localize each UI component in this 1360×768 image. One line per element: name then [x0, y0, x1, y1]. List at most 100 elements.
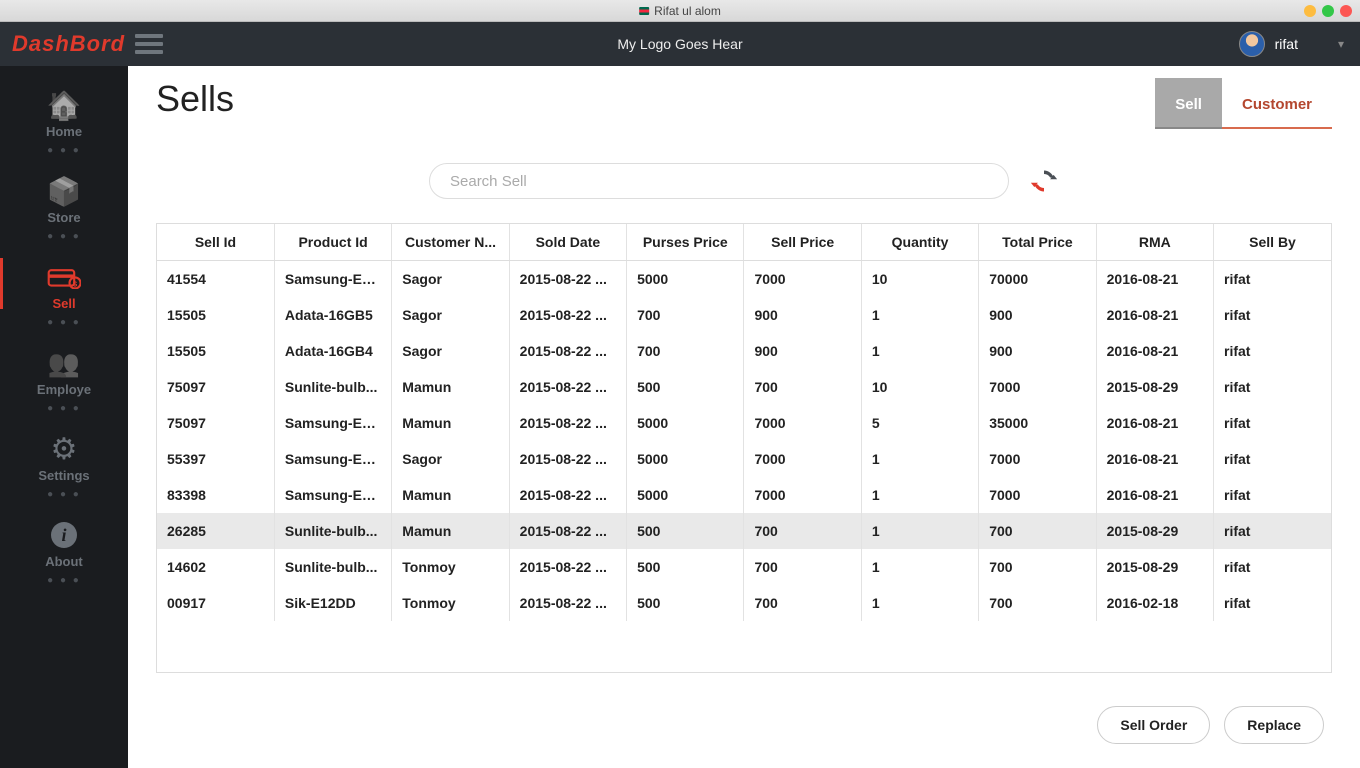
table-cell: Sunlite-bulb... — [274, 369, 391, 405]
table-cell: 2015-08-29 — [1096, 513, 1213, 549]
table-cell: Adata-16GB5 — [274, 297, 391, 333]
table-cell: 7000 — [744, 477, 861, 513]
table-cell: rifat — [1214, 477, 1331, 513]
about-icon: i — [51, 518, 77, 552]
column-header[interactable]: Quantity — [861, 224, 978, 261]
table-cell: 1 — [861, 477, 978, 513]
table-cell: Mamun — [392, 513, 509, 549]
table-cell: rifat — [1214, 405, 1331, 441]
minimize-button[interactable] — [1304, 5, 1316, 17]
table-cell: 10 — [861, 261, 978, 298]
table-row[interactable]: 15505Adata-16GB4Sagor2015-08-22 ...70090… — [157, 333, 1331, 369]
table-cell: 1 — [861, 549, 978, 585]
sidebar-item-label: Home — [46, 124, 82, 139]
table-row[interactable]: 00917Sik-E12DDTonmoy2015-08-22 ...500700… — [157, 585, 1331, 621]
column-header[interactable]: Product Id — [274, 224, 391, 261]
table-cell: 2016-08-21 — [1096, 261, 1213, 298]
table-cell: Sunlite-bulb... — [274, 549, 391, 585]
table-cell: rifat — [1214, 369, 1331, 405]
tab-bar: Sell Customer — [1155, 78, 1332, 129]
user-menu[interactable]: rifat ▾ — [1239, 31, 1344, 57]
maximize-button[interactable] — [1322, 5, 1334, 17]
table-cell: 2015-08-29 — [1096, 369, 1213, 405]
table-cell: 2016-08-21 — [1096, 441, 1213, 477]
sidebar-item-settings[interactable]: Settings — [0, 424, 128, 487]
table-cell: 900 — [744, 297, 861, 333]
table-cell: Mamun — [392, 369, 509, 405]
column-header[interactable]: RMA — [1096, 224, 1213, 261]
tab-customer[interactable]: Customer — [1222, 78, 1332, 129]
topbar: DashBord My Logo Goes Hear rifat ▾ — [0, 22, 1360, 66]
table-cell: Adata-16GB4 — [274, 333, 391, 369]
table-cell: Samsung-E250 — [274, 441, 391, 477]
table-cell: 83398 — [157, 477, 274, 513]
table-row[interactable]: 55397Samsung-E250Sagor2015-08-22 ...5000… — [157, 441, 1331, 477]
sidebar-item-about[interactable]: i About — [0, 510, 128, 573]
column-header[interactable]: Total Price — [979, 224, 1096, 261]
divider-dots: ● ● ● — [0, 145, 128, 156]
table-row[interactable]: 75097Samsung-E250Mamun2015-08-22 ...5000… — [157, 405, 1331, 441]
sidebar-item-label: Store — [47, 210, 80, 225]
column-header[interactable]: Customer N... — [392, 224, 509, 261]
tab-sell[interactable]: Sell — [1155, 78, 1222, 129]
menu-toggle-button[interactable] — [135, 30, 163, 58]
table-cell: rifat — [1214, 585, 1331, 621]
sidebar-item-sell[interactable]: $ Sell — [0, 252, 128, 315]
settings-icon — [51, 432, 78, 466]
table-cell: Sagor — [392, 441, 509, 477]
search-input[interactable] — [429, 163, 1009, 199]
divider-dots: ● ● ● — [0, 489, 128, 500]
divider-dots: ● ● ● — [0, 317, 128, 328]
column-header[interactable]: Purses Price — [627, 224, 744, 261]
table-row[interactable]: 83398Samsung-E250Mamun2015-08-22 ...5000… — [157, 477, 1331, 513]
column-header[interactable]: Sell Price — [744, 224, 861, 261]
column-header[interactable]: Sold Date — [509, 224, 626, 261]
table-cell: 700 — [979, 585, 1096, 621]
table-cell: 7000 — [979, 369, 1096, 405]
table-cell: 75097 — [157, 369, 274, 405]
refresh-button[interactable] — [1029, 166, 1059, 196]
sidebar-item-store[interactable]: Store — [0, 166, 128, 229]
table-cell: 700 — [744, 513, 861, 549]
close-button[interactable] — [1340, 5, 1352, 17]
table-cell: 1 — [861, 585, 978, 621]
table-cell: Tonmoy — [392, 549, 509, 585]
table-cell: 7000 — [979, 441, 1096, 477]
table-cell: Sagor — [392, 297, 509, 333]
table-cell: rifat — [1214, 549, 1331, 585]
table-row[interactable]: 75097Sunlite-bulb...Mamun2015-08-22 ...5… — [157, 369, 1331, 405]
table-cell: 10 — [861, 369, 978, 405]
table-cell: Sunlite-bulb... — [274, 513, 391, 549]
sidebar-item-home[interactable]: Home — [0, 80, 128, 143]
table-cell: 900 — [744, 333, 861, 369]
table-cell: Mamun — [392, 405, 509, 441]
table-cell: Sagor — [392, 333, 509, 369]
table-row[interactable]: 41554Samsung-E250Sagor2015-08-22 ...5000… — [157, 261, 1331, 298]
column-header[interactable]: Sell Id — [157, 224, 274, 261]
table-row[interactable]: 15505Adata-16GB5Sagor2015-08-22 ...70090… — [157, 297, 1331, 333]
table-cell: 700 — [744, 549, 861, 585]
table-row[interactable]: 14602Sunlite-bulb...Tonmoy2015-08-22 ...… — [157, 549, 1331, 585]
table-cell: 7000 — [744, 261, 861, 298]
table-cell: 55397 — [157, 441, 274, 477]
sell-order-button[interactable]: Sell Order — [1097, 706, 1210, 744]
table-cell: Sagor — [392, 261, 509, 298]
table-cell: 15505 — [157, 333, 274, 369]
column-header[interactable]: Sell By — [1214, 224, 1331, 261]
sidebar-item-employee[interactable]: Employe — [0, 338, 128, 401]
replace-button[interactable]: Replace — [1224, 706, 1324, 744]
table-row[interactable]: 26285Sunlite-bulb...Mamun2015-08-22 ...5… — [157, 513, 1331, 549]
table-cell: rifat — [1214, 261, 1331, 298]
table-cell: 2015-08-22 ... — [509, 333, 626, 369]
app-flag-icon — [639, 7, 649, 15]
tab-label: Customer — [1242, 96, 1312, 113]
table-cell: 2015-08-22 ... — [509, 441, 626, 477]
table-cell: 2016-08-21 — [1096, 333, 1213, 369]
table-cell: 900 — [979, 333, 1096, 369]
window-controls — [1304, 5, 1352, 17]
tab-label: Sell — [1175, 96, 1202, 113]
table-cell: 2015-08-29 — [1096, 549, 1213, 585]
table-cell: Tonmoy — [392, 585, 509, 621]
table-cell: 2016-02-18 — [1096, 585, 1213, 621]
divider-dots: ● ● ● — [0, 403, 128, 414]
